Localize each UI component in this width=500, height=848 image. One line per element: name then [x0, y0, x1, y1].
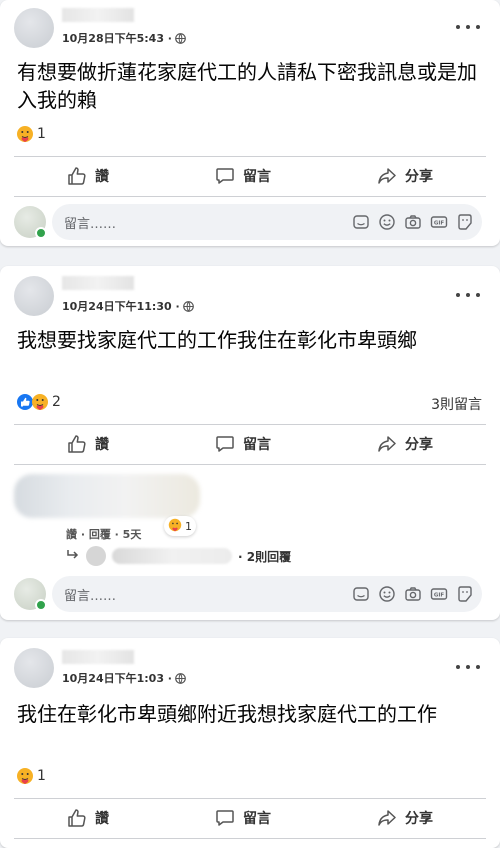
comment-meta[interactable]: 讚 · 回覆 · 5天: [66, 526, 141, 542]
comment-count[interactable]: 3則留言: [431, 394, 482, 414]
online-indicator: [35, 599, 47, 611]
post-action-bar: 讚 留言 分享: [14, 800, 486, 836]
avatar[interactable]: [14, 276, 54, 316]
comment-input[interactable]: 留言…… GIF: [52, 576, 482, 612]
emoji-icon[interactable]: [378, 213, 396, 231]
post-timestamp[interactable]: 10月24日下午1:03 ·: [62, 670, 186, 686]
comment-button[interactable]: 留言: [215, 434, 271, 454]
user-avatar[interactable]: [14, 206, 47, 239]
comment-input[interactable]: 留言…… GIF: [52, 204, 482, 240]
globe-icon: [175, 672, 186, 684]
avatar[interactable]: [14, 648, 54, 688]
comment-button[interactable]: 留言: [215, 808, 271, 828]
like-icon: [67, 166, 87, 186]
author-name-redacted[interactable]: [62, 650, 134, 664]
care-reaction-icon: [16, 125, 34, 143]
care-reaction-icon: [16, 767, 34, 785]
post-timestamp[interactable]: 10月24日下午11:30 ·: [62, 298, 194, 314]
comment-composer-row: 留言…… GIF: [14, 576, 482, 612]
care-reaction-icon: [31, 393, 49, 411]
care-reaction-icon: [168, 518, 182, 535]
divider: [14, 464, 486, 465]
more-options-icon[interactable]: [456, 22, 480, 32]
reply-arrow-icon: [66, 549, 80, 564]
post-text: 我想要找家庭代工的工作我住在彰化市卑頭鄉: [17, 328, 417, 352]
share-icon: [377, 166, 397, 186]
like-button[interactable]: 讚: [67, 434, 109, 454]
post-action-bar: 讚 留言 分享: [14, 158, 486, 194]
globe-icon: [182, 300, 194, 312]
online-indicator: [35, 227, 47, 239]
comment-reaction-summary[interactable]: 1: [164, 516, 196, 536]
divider: [14, 156, 486, 157]
author-name-redacted[interactable]: [62, 276, 134, 290]
gif-icon[interactable]: GIF: [430, 213, 448, 231]
post-card: 10月24日下午1:03 · 我住在彰化市卑頭鄉附近我想找家庭代工的工作 1 讚…: [0, 638, 500, 848]
divider: [14, 838, 486, 839]
reply-avatar: [86, 546, 106, 566]
like-icon: [67, 808, 87, 828]
view-replies-link[interactable]: · 2則回覆: [66, 546, 291, 566]
reaction-summary[interactable]: 1: [16, 766, 46, 786]
share-button[interactable]: 分享: [377, 434, 433, 454]
share-button[interactable]: 分享: [377, 166, 433, 186]
comment-icon: [215, 808, 235, 828]
sticker-icon[interactable]: [352, 213, 370, 231]
post-card: 10月24日下午11:30 · 我想要找家庭代工的工作我住在彰化市卑頭鄉 2 3…: [0, 266, 500, 620]
share-button[interactable]: 分享: [377, 808, 433, 828]
avatar-sticker-icon[interactable]: [456, 585, 474, 603]
reaction-count[interactable]: 1: [37, 768, 46, 784]
gif-icon[interactable]: GIF: [430, 585, 448, 603]
divider: [14, 798, 486, 799]
post-text: 我住在彰化市卑頭鄉附近我想找家庭代工的工作: [17, 702, 437, 726]
globe-icon: [175, 32, 186, 44]
avatar-sticker-icon[interactable]: [456, 213, 474, 231]
more-options-icon[interactable]: [456, 662, 480, 672]
reaction-summary[interactable]: 2: [16, 392, 61, 412]
reaction-count[interactable]: 2: [52, 394, 61, 410]
emoji-icon[interactable]: [378, 585, 396, 603]
comment-icon: [215, 434, 235, 454]
reply-author-redacted: [112, 548, 232, 564]
comment-button[interactable]: 留言: [215, 166, 271, 186]
avatar[interactable]: [14, 8, 54, 48]
camera-icon[interactable]: [404, 213, 422, 231]
comment-bubble-redacted[interactable]: [14, 474, 200, 518]
comment-icon: [215, 166, 235, 186]
share-icon: [377, 808, 397, 828]
share-icon: [377, 434, 397, 454]
like-button[interactable]: 讚: [67, 166, 109, 186]
post-timestamp[interactable]: 10月28日下午5:43 ·: [62, 30, 186, 46]
divider: [14, 196, 486, 197]
svg-text:GIF: GIF: [434, 220, 445, 226]
reaction-count[interactable]: 1: [37, 126, 46, 142]
comment-composer-row: 留言…… GIF: [14, 204, 482, 240]
post-card: 10月28日下午5:43 · 有想要做折蓮花家庭代工的人請私下密我訊息或是加入我…: [0, 0, 500, 246]
reaction-summary[interactable]: 1: [16, 124, 46, 144]
camera-icon[interactable]: [404, 585, 422, 603]
user-avatar[interactable]: [14, 578, 47, 611]
post-text: 有想要做折蓮花家庭代工的人請私下密我訊息或是加入我的賴: [17, 60, 477, 112]
like-button[interactable]: 讚: [67, 808, 109, 828]
divider: [14, 424, 486, 425]
svg-text:GIF: GIF: [434, 592, 445, 598]
more-options-icon[interactable]: [456, 290, 480, 300]
author-name-redacted[interactable]: [62, 8, 134, 22]
like-icon: [67, 434, 87, 454]
post-action-bar: 讚 留言 分享: [14, 426, 486, 462]
sticker-icon[interactable]: [352, 585, 370, 603]
